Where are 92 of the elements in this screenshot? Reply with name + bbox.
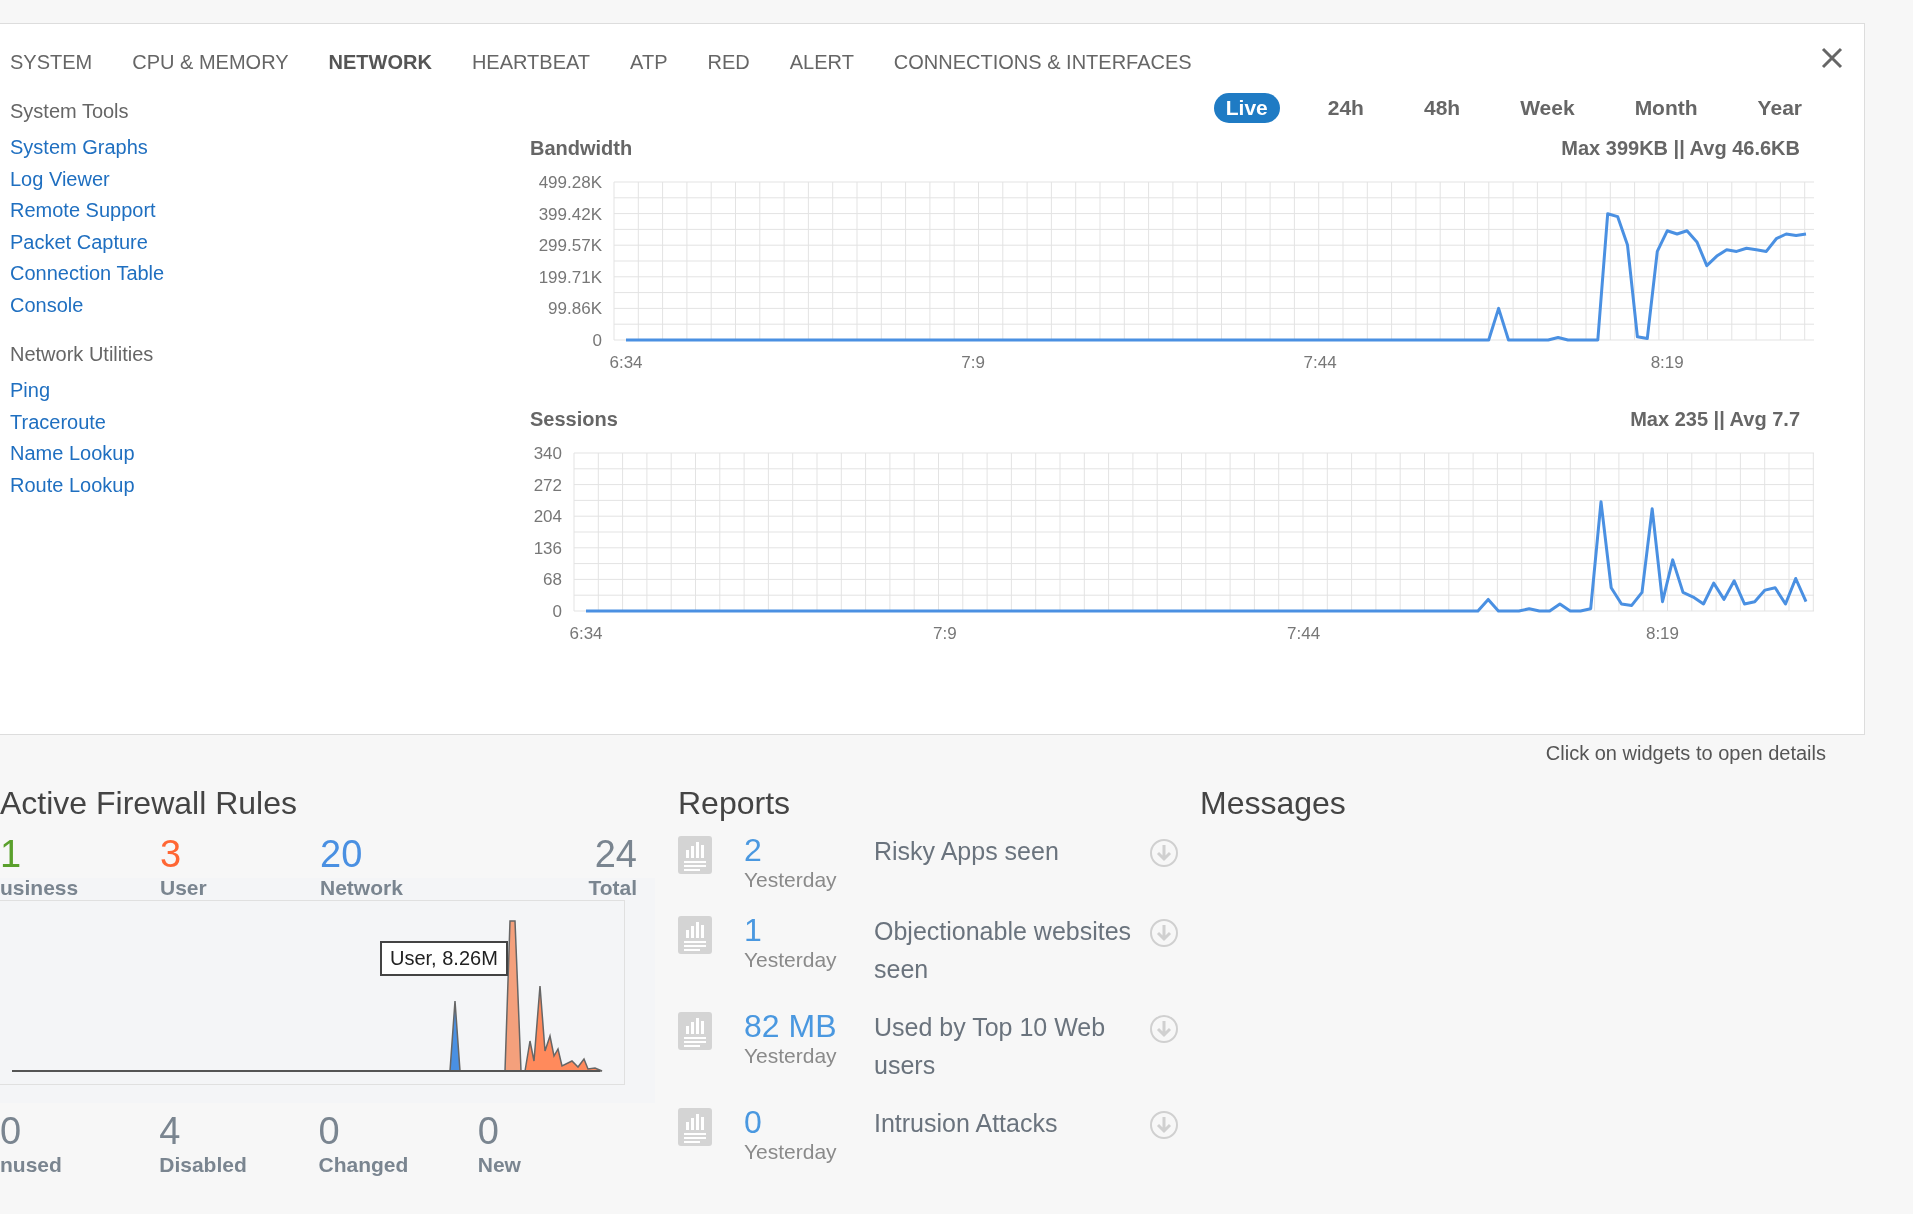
axis-label: 6:34 [609,353,643,372]
stat-label: nused [0,1153,63,1177]
axis-label: 8:19 [1650,353,1684,372]
report-period: Yesterday [744,1140,838,1164]
axis-label: 99.86K [548,299,602,319]
stat-label: Disabled [159,1153,248,1177]
tool-link[interactable]: Packet Capture [10,226,148,258]
tool-link[interactable]: Route Lookup [10,469,135,501]
tool-link[interactable]: Console [10,289,84,321]
section-heading: Network Utilities [10,343,155,366]
download-icon[interactable] [1149,1110,1179,1140]
axis-label: 7:44 [1287,624,1321,643]
section-heading: System Tools [10,100,130,123]
download-icon[interactable] [1149,918,1179,948]
tool-link[interactable]: Log Viewer [10,163,110,195]
report-description: Objectionable websites seen [874,916,1133,985]
stat-value: 0 [477,1109,500,1153]
tab[interactable]: ATP [630,50,668,74]
axis-label: 8:19 [1645,624,1679,643]
axis-label: 0 [552,602,562,621]
stat-value: 24 [594,832,637,876]
time-range-button[interactable]: 24h [1315,93,1376,123]
time-range-button[interactable]: Week [1508,93,1587,123]
stat-value: 0 [0,1109,23,1153]
report-value: 2 [744,832,763,868]
time-range-button[interactable]: Month [1622,93,1710,123]
stat-label: User [160,876,208,900]
download-icon[interactable] [1149,838,1179,868]
chart-tooltip: User, 8.26M [380,941,508,976]
tab[interactable]: RED [707,50,750,74]
tab[interactable]: HEARTBEAT [471,50,591,74]
chart-summary: Max 235 || Avg 7.7 [1630,408,1800,431]
report-period: Yesterday [744,1044,838,1068]
axis-label: 7:44 [1303,353,1337,372]
stat-value: 3 [160,832,183,876]
axis-label: 0 [592,331,602,350]
tool-link[interactable]: Name Lookup [10,438,135,470]
chart-title: Sessions [530,408,618,431]
tab[interactable]: NETWORK [328,50,432,74]
report-period: Yesterday [744,948,838,972]
axis-label: 204 [533,507,562,527]
widget-title: Messages [1200,785,1346,822]
tab[interactable]: CPU & MEMORY [132,50,289,74]
time-range-button[interactable]: Live [1213,93,1280,123]
axis-label: 399.42K [538,204,602,224]
report-icon[interactable] [678,836,712,874]
chart-title: Bandwidth [530,137,633,160]
stat-label: usiness [0,876,80,900]
axis-label: 7:9 [933,624,957,643]
tool-link[interactable]: System Graphs [10,132,148,164]
axis-label: 136 [533,538,562,558]
axis-label: 68 [543,570,562,590]
widget-title: Active Firewall Rules [0,785,298,822]
axis-label: 7:9 [961,353,985,372]
tab[interactable]: SYSTEM [10,50,93,74]
stat-value: 20 [320,832,364,876]
hint-text: Click on widgets to open details [1545,742,1826,765]
stat-label: Changed [318,1153,410,1177]
report-description: Intrusion Attacks [874,1108,1059,1139]
stat-value: 1 [0,832,23,876]
report-icon[interactable] [678,1012,712,1050]
tab[interactable]: CONNECTIONS & INTERFACES [893,50,1192,74]
download-icon[interactable] [1149,1014,1179,1044]
report-value: 82 MB [744,1008,838,1044]
report-icon[interactable] [678,1108,712,1146]
stat-label: New [477,1153,522,1177]
time-range-button[interactable]: 48h [1411,93,1473,123]
axis-label: 199.71K [538,267,602,287]
network-traffic-area [449,1000,461,1072]
tool-link[interactable]: Traceroute [10,406,106,438]
stat-value: 4 [159,1109,182,1153]
axis-label: 340 [533,444,562,463]
report-icon[interactable] [678,916,712,954]
report-description: Risky Apps seen [874,836,1060,867]
stat-label: Network [320,876,404,900]
stat-value: 0 [318,1109,341,1153]
report-period: Yesterday [744,868,838,892]
axis-label: 6:34 [569,624,603,643]
report-value: 1 [744,912,763,948]
tab[interactable]: ALERT [789,50,854,74]
report-description: Used by Top 10 Web users [874,1012,1107,1081]
chart-summary: Max 399KB || Avg 46.6KB [1561,137,1800,160]
axis-label: 299.57K [538,236,602,256]
tool-link[interactable]: Connection Table [10,258,165,290]
time-range-button[interactable]: Year [1745,93,1814,123]
axis-label: 272 [533,475,562,495]
tool-link[interactable]: Remote Support [10,195,156,227]
stat-label: Total [588,876,637,900]
report-value: 0 [744,1104,763,1140]
close-button[interactable] [1820,46,1844,70]
tool-link[interactable]: Ping [10,375,51,407]
axis-label: 499.28K [538,173,602,192]
